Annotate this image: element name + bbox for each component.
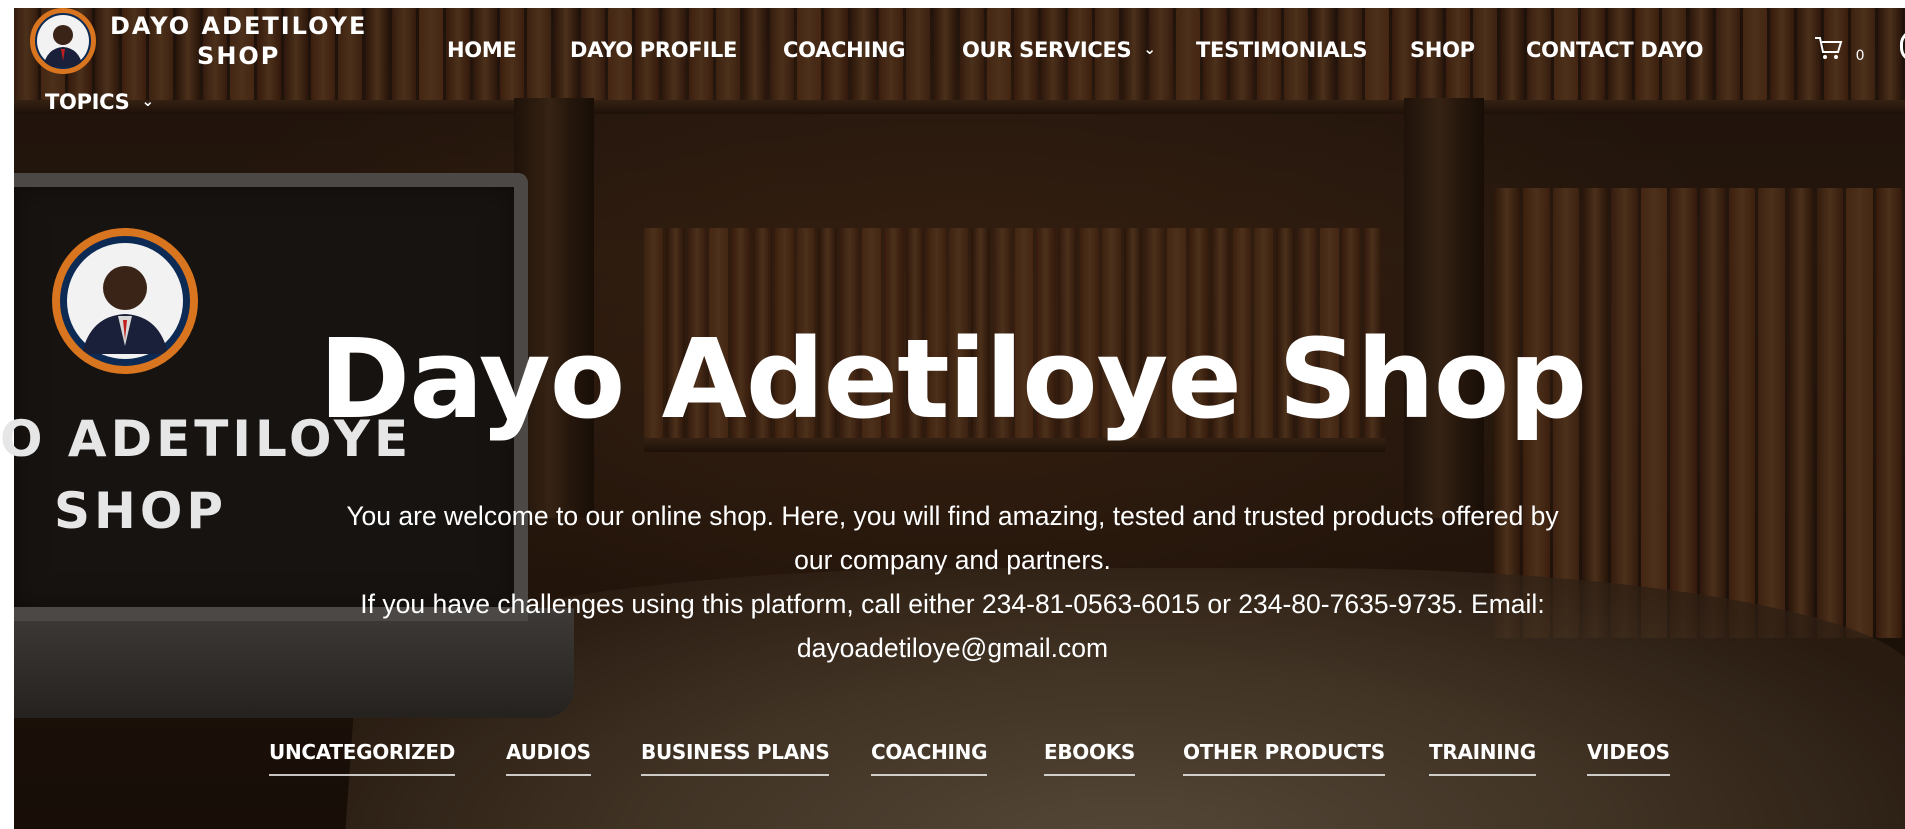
nav-home[interactable]: HOME: [447, 38, 517, 62]
category-uncategorized[interactable]: UNCATEGORIZED: [269, 740, 455, 776]
nav-dayo-profile[interactable]: DAYO PROFILE: [570, 38, 737, 62]
category-audios[interactable]: AUDIOS: [506, 740, 591, 776]
laptop-screen-text: SHOP: [54, 482, 228, 540]
nav-contact-dayo[interactable]: CONTACT DAYO: [1526, 38, 1704, 62]
brand-name-line2: SHOP: [197, 42, 281, 70]
description-line: If you have challenges using this platfo…: [360, 589, 1545, 619]
page-title: Dayo Adetiloye Shop: [318, 315, 1587, 443]
cart-button[interactable]: 0: [1814, 36, 1865, 66]
shopping-cart-icon: [1815, 37, 1843, 59]
nav-our-services[interactable]: OUR SERVICES ⌄: [962, 38, 1156, 62]
category-training[interactable]: TRAINING: [1429, 740, 1536, 776]
category-other-products[interactable]: OTHER PRODUCTS: [1183, 740, 1385, 776]
brand-name-line1: DAYO ADETILOYE: [110, 12, 368, 40]
category-videos[interactable]: VIDEOS: [1587, 740, 1670, 776]
brand-name: DAYO ADETILOYE SHOP: [110, 11, 367, 71]
shop-description: You are welcome to our online shop. Here…: [270, 494, 1635, 670]
category-business-plans[interactable]: BUSINESS PLANS: [641, 740, 830, 776]
search-icon[interactable]: [1900, 30, 1905, 62]
nav-coaching[interactable]: COACHING: [783, 38, 905, 62]
nav-topics-label: TOPICS: [45, 90, 130, 114]
site-header: DAYO ADETILOYE SHOP HOME DAYO PROFILE CO…: [14, 8, 1905, 138]
chevron-down-icon: ⌄: [141, 92, 155, 110]
brand-avatar-logo: [30, 8, 96, 74]
nav-shop[interactable]: SHOP: [1410, 38, 1475, 62]
brand-link[interactable]: DAYO ADETILOYE SHOP: [30, 8, 367, 74]
description-line: our company and partners.: [794, 545, 1111, 575]
nav-testimonials[interactable]: TESTIMONIALS: [1196, 38, 1368, 62]
nav-topics[interactable]: TOPICS ⌄: [45, 90, 154, 114]
category-ebooks[interactable]: EBOOKS: [1044, 740, 1135, 776]
description-line: You are welcome to our online shop. Here…: [346, 501, 1559, 531]
nav-our-services-label: OUR SERVICES: [962, 38, 1132, 62]
description-email[interactable]: dayoadetiloye@gmail.com: [270, 626, 1635, 670]
category-coaching[interactable]: COACHING: [871, 740, 988, 776]
cart-count: 0: [1855, 48, 1865, 64]
chevron-down-icon: ⌄: [1143, 40, 1156, 58]
